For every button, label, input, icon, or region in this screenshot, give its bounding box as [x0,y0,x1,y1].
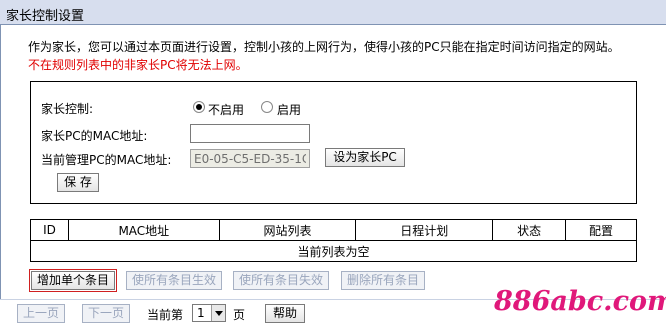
current-page-label: 当前第 [147,308,184,322]
parental-control-label: 家长控制: [41,102,94,116]
col-status: 状态 [492,219,567,241]
col-schedule: 日程计划 [355,219,494,241]
current-mac-input [190,149,310,168]
col-config: 配置 [565,219,637,241]
radio-enable-label[interactable]: 启用 [277,101,301,118]
chevron-down-icon [211,305,225,321]
watermark-logo: 886abc.com [494,286,666,317]
set-parent-pc-button[interactable]: 设为家长PC [325,148,405,167]
add-entry-button[interactable]: 增加单个条目 [29,269,117,292]
page-title: 家长控制设置 [6,9,85,24]
delete-all-button[interactable]: 删除所有条目 [341,271,425,290]
enable-all-button[interactable]: 使所有条目生效 [126,271,222,290]
disable-all-button[interactable]: 使所有条目失效 [233,271,329,290]
save-button[interactable]: 保 存 [57,173,99,192]
radio-disable[interactable] [193,101,205,113]
help-button[interactable]: 帮助 [265,304,305,323]
warning-text: 不在规则列表中的非家长PC将无法上网。 [28,58,248,72]
radio-disable-label[interactable]: 不启用 [208,101,244,118]
current-mac-label: 当前管理PC的MAC地址: [41,153,172,167]
col-id: ID [30,219,69,241]
table-row: 当前列表为空 [30,240,637,262]
radio-enable[interactable] [261,101,273,113]
page-select-value: 1 [197,306,205,320]
prev-page-button[interactable]: 上一页 [17,304,65,323]
rules-table: ID MAC地址 网站列表 日程计划 状态 配置 当前列表为空 [30,219,637,262]
title-bar: 家长控制设置 [0,0,666,25]
page-select[interactable]: 1 [192,304,226,322]
settings-form: 家长控制: 不启用 启用 家长PC的MAC地址: 当前管理PC的MAC地址: 设… [30,81,637,204]
col-mac: MAC地址 [67,219,220,241]
description-text: 作为家长，您可以通过本页面进行设置，控制小孩的上网行为，使得小孩的PC只能在指定… [28,40,620,54]
page-suffix-label: 页 [233,308,246,322]
empty-list-text: 当前列表为空 [30,240,637,262]
col-websites: 网站列表 [218,219,357,241]
parent-mac-input[interactable] [190,124,310,143]
next-page-button[interactable]: 下一页 [82,304,130,323]
table-header-row: ID MAC地址 网站列表 日程计划 状态 配置 [30,219,637,241]
parent-mac-label: 家长PC的MAC地址: [41,129,148,143]
